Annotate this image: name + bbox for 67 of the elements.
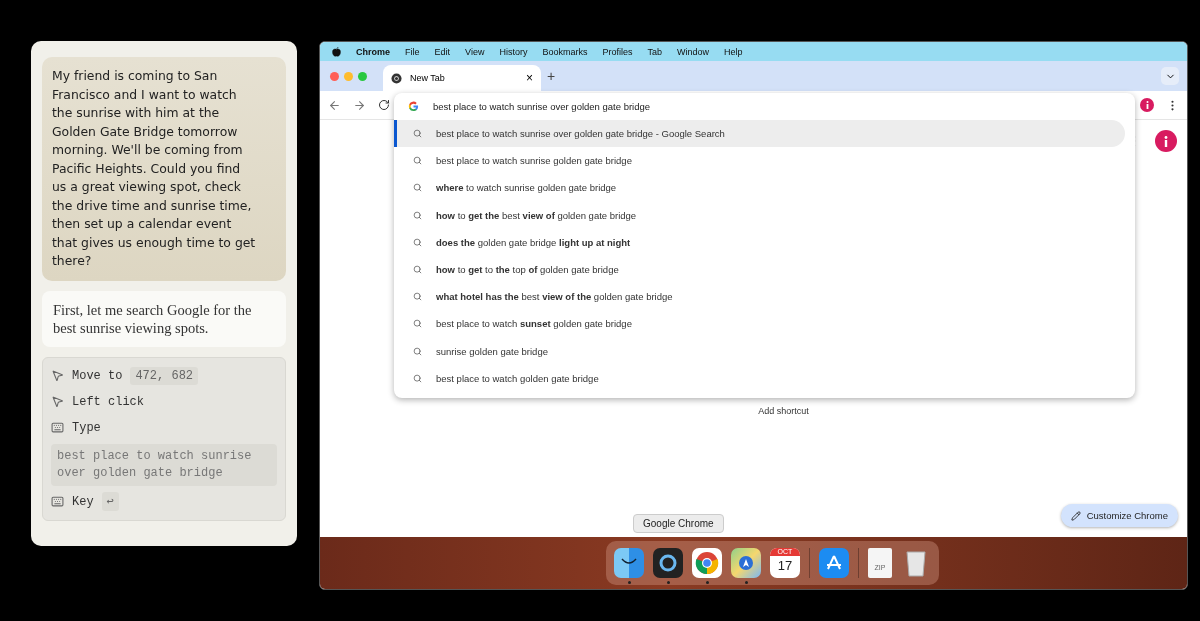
search-icon — [413, 373, 422, 383]
chrome-icon[interactable] — [692, 548, 722, 578]
search-suggestion[interactable]: where to watch sunrise golden gate bridge — [394, 174, 1125, 202]
menu-item[interactable]: History — [499, 46, 528, 57]
menu-item[interactable]: File — [405, 46, 420, 57]
search-suggestion[interactable]: best place to watch sunrise golden gate bridge — [394, 147, 1125, 175]
search-suggestion[interactable]: does the golden gate bridge light up at night — [394, 228, 1125, 256]
menu-item[interactable]: View — [465, 46, 485, 57]
forward-icon[interactable] — [353, 98, 366, 112]
customize-chrome-button[interactable]: Customize Chrome — [1060, 504, 1178, 527]
click-cursor-icon — [51, 395, 64, 408]
google-icon — [408, 101, 419, 112]
search-suggestion[interactable]: best place to watch sunrise over golden gate bridge - Google Search — [394, 120, 1125, 148]
search-suggestion[interactable]: what hotel has the best view of the golden gate bridge — [394, 283, 1125, 311]
menu-item[interactable]: Bookmarks — [542, 46, 588, 57]
maps-icon[interactable] — [731, 548, 761, 578]
search-suggestion[interactable]: best place to watch golden gate bridge — [394, 364, 1125, 392]
menu-item[interactable]: Help — [724, 46, 743, 57]
tab-close-button[interactable]: × — [526, 71, 533, 85]
search-suggestion[interactable]: how to get the best view of golden gate bridge — [394, 201, 1125, 229]
add-shortcut-label[interactable]: Add shortcut — [758, 406, 809, 416]
menu-item[interactable]: Profiles — [602, 46, 633, 57]
search-icon — [413, 346, 422, 356]
user-message: My friend is coming to San Francisco and I want to watch the sunrise with him at the Golden Gate Bridge tomorrow morning. We'll be coming from Pacific Heights. Could you find us a great viewing spot, check the drive time and sunrise time, then set up a calendar event that gives us enough time to get there? — [42, 57, 286, 281]
search-icon — [413, 319, 422, 329]
action-label: Move to — [72, 368, 123, 383]
profile-avatar[interactable] — [1140, 98, 1154, 112]
menu-item[interactable]: Window — [676, 46, 709, 57]
search-icon — [413, 265, 422, 275]
action-value: 472, 682 — [130, 366, 199, 385]
app-store-icon[interactable] — [819, 548, 849, 578]
keyboard-icon — [51, 421, 64, 434]
action-label: Type — [72, 420, 101, 435]
action-label: Key — [72, 494, 94, 509]
back-icon[interactable] — [328, 98, 341, 112]
search-suggestion[interactable]: best place to watch sunset golden gate bridge — [394, 310, 1125, 338]
search-icon — [413, 183, 422, 193]
menu-item[interactable]: Edit — [434, 46, 451, 57]
dock-tooltip: Google Chrome — [633, 514, 724, 533]
search-suggestion[interactable]: how to get to the top of golden gate bridge — [394, 255, 1125, 284]
action-label: Left click — [72, 394, 144, 409]
menu-item[interactable]: Tab — [647, 46, 662, 57]
new-tab-button[interactable]: + — [547, 68, 556, 84]
search-suggestion[interactable]: sunrise golden gate bridge — [394, 337, 1125, 365]
search-icon — [413, 237, 422, 247]
typed-text: best place to watch sunrise over golden gate bridge — [51, 443, 277, 486]
chrome-icon — [391, 72, 402, 84]
address-bar[interactable]: best place to watch sunrise over golden gate bridge — [394, 93, 1135, 120]
menu-item[interactable]: Chrome — [356, 46, 390, 57]
profile-avatar[interactable] — [1155, 130, 1177, 152]
finder-icon[interactable] — [614, 548, 644, 578]
keyboard-icon — [51, 495, 64, 508]
browser-tab[interactable]: New Tab × — [383, 65, 541, 91]
reload-icon[interactable] — [378, 99, 390, 111]
cursor-icon — [51, 369, 64, 382]
quicktime-icon[interactable] — [653, 548, 683, 578]
tab-title: New Tab — [410, 73, 446, 83]
action-value: ↩ — [101, 492, 119, 511]
search-icon — [413, 156, 422, 166]
calendar-day: 17 — [777, 556, 793, 576]
pencil-icon — [1070, 510, 1081, 521]
search-icon — [413, 210, 422, 220]
apple-icon[interactable] — [332, 46, 341, 57]
assistant-message: First, let me search Google for the best sunrise viewing spots. — [42, 290, 286, 347]
tab-search-button[interactable] — [1161, 67, 1179, 85]
search-icon — [413, 129, 422, 139]
search-icon — [413, 292, 422, 302]
